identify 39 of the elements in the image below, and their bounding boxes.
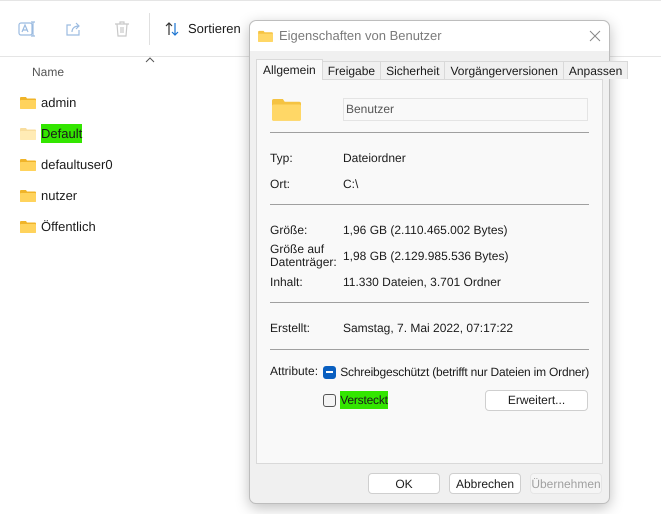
sort-button[interactable]: Sortieren — [164, 18, 241, 38]
folder-name[interactable]: admin — [41, 92, 76, 112]
tab[interactable]: Allgemein — [256, 59, 323, 80]
field-value: 1,96 GB (2.110.465.002 Bytes) — [343, 222, 508, 239]
folder-icon — [258, 30, 273, 42]
field-value: Dateiordner — [343, 150, 406, 167]
field-value: C:\ — [343, 176, 358, 193]
folder-name[interactable]: nutzer — [41, 186, 78, 206]
tab[interactable]: Freigabe — [322, 61, 382, 79]
field-label: Größe: — [270, 224, 308, 236]
checkbox[interactable] — [323, 366, 336, 378]
tab[interactable]: Anpassen — [564, 61, 628, 79]
field-value: 1,98 GB (2.129.985.536 Bytes) — [343, 248, 508, 265]
field-label: Ort: — [270, 178, 291, 190]
tab[interactable]: Vorgängerversionen — [445, 61, 564, 79]
dialog-button[interactable]: Abbrechen — [449, 473, 521, 494]
checkbox-label[interactable]: Schreibgeschützt (betrifft nur Dateien im Ordner) — [340, 363, 589, 381]
close-icon[interactable] — [589, 30, 601, 42]
advanced-button[interactable]: Erweitert... — [485, 390, 588, 410]
rename-icon[interactable] — [17, 18, 37, 38]
field-label: Inhalt: — [270, 276, 304, 288]
folder-name[interactable]: defaultuser0 — [41, 154, 113, 174]
name-field[interactable]: Benutzer — [343, 98, 588, 120]
sort-icon — [164, 20, 180, 36]
field-label: Erstellt: — [270, 322, 312, 334]
column-header[interactable]: Name — [32, 63, 64, 81]
checkbox-label[interactable]: Versteckt — [340, 391, 388, 409]
field-label: Attribute: — [270, 363, 320, 380]
folder-icon — [272, 97, 301, 121]
sort-caret-icon — [145, 57, 155, 63]
dialog-button[interactable]: OK — [368, 473, 440, 494]
tab[interactable]: Sicherheit — [381, 61, 446, 79]
field-value: Samstag, 7. Mai 2022, 07:17:22 — [343, 320, 514, 337]
checkbox[interactable] — [323, 394, 336, 406]
field-value: 11.330 Dateien, 3.701 Ordner — [343, 274, 501, 291]
field-label: Typ: — [270, 152, 294, 164]
field-label: Größe auf Datenträger: — [270, 243, 338, 269]
window-title: Eigenschaften von Benutzer — [279, 27, 442, 46]
folder-name[interactable]: Öffentlich — [41, 216, 96, 236]
